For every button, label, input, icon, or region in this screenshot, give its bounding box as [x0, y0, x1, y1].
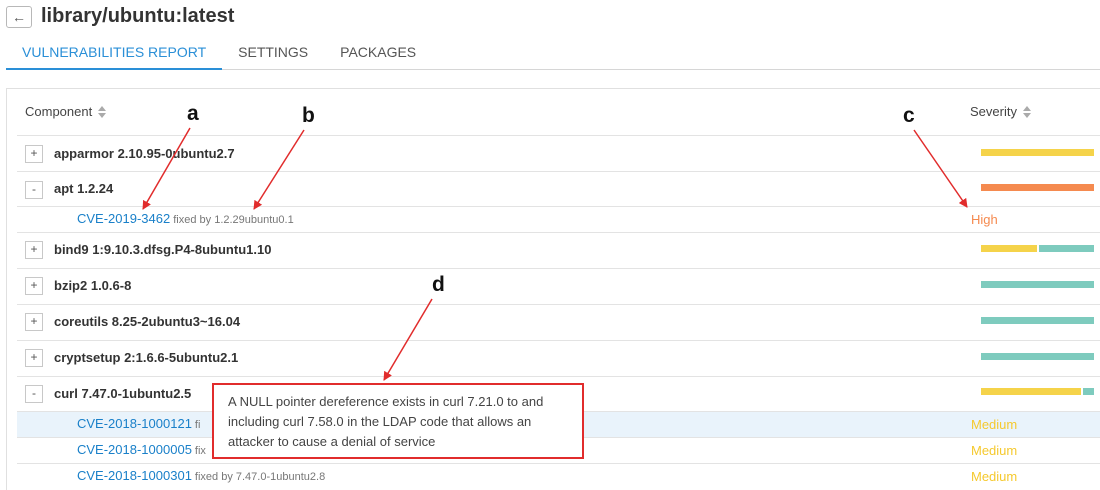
cve-link[interactable]: CVE-2018-1000301 fixed by 7.47.0-1ubuntu2…: [77, 468, 325, 483]
tab-packages[interactable]: PACKAGES: [324, 42, 432, 70]
severity-bar-segment: [981, 317, 1094, 324]
component-name: cryptsetup 2:1.6.6-5ubuntu2.1: [54, 350, 239, 365]
annotation-label-b: b: [302, 104, 315, 127]
arrow-left-icon[interactable]: ←: [6, 5, 32, 28]
severity-label: High: [971, 212, 998, 227]
annotation-label-d: d: [432, 273, 445, 296]
cve-description-tooltip: A NULL pointer dereference exists in cur…: [212, 383, 584, 459]
expand-toggle[interactable]: +: [25, 313, 43, 331]
table-row[interactable]: + bzip2 1.0.6-8: [17, 268, 1100, 304]
severity-bar-segment: [981, 353, 1094, 360]
severity-bar: [981, 353, 1094, 360]
collapse-toggle[interactable]: -: [25, 385, 43, 403]
severity-bar: [981, 388, 1094, 395]
page-header: ← library/ubuntu:latest: [6, 5, 234, 28]
severity-bar-segment: [981, 388, 1081, 395]
component-header-label: Component: [25, 104, 93, 119]
table-row[interactable]: + coreutils 8.25-2ubuntu3~16.04: [17, 304, 1100, 340]
component-name: curl 7.47.0-1ubuntu2.5: [54, 386, 192, 401]
table-row[interactable]: + cryptsetup 2:1.6.6-5ubuntu2.1: [17, 340, 1100, 376]
page-title: library/ubuntu:latest: [41, 5, 235, 27]
severity-header-label: Severity: [970, 104, 1017, 119]
severity-bar-segment: [981, 245, 1037, 252]
severity-label: Medium: [971, 443, 1018, 458]
annotation-label-c: c: [903, 104, 915, 127]
expand-toggle[interactable]: +: [25, 241, 43, 259]
tab-bar: VULNERABILITIES REPORT SETTINGS PACKAGES: [6, 42, 1100, 70]
cve-id[interactable]: CVE-2018-1000121: [77, 416, 192, 431]
fixed-version: fix: [194, 445, 206, 457]
component-column-header[interactable]: Component: [25, 104, 107, 119]
fixed-version: fi: [194, 419, 201, 431]
cve-link[interactable]: CVE-2018-1000005 fix: [77, 442, 206, 457]
component-name: bind9 1:9.10.3.dfsg.P4-8ubuntu1.10: [54, 242, 272, 257]
fixed-version: fixed by 7.47.0-1ubuntu2.8: [194, 471, 326, 483]
component-name: coreutils 8.25-2ubuntu3~16.04: [54, 314, 241, 329]
cve-row[interactable]: CVE-2018-1000301 fixed by 7.47.0-1ubuntu2…: [17, 463, 1100, 490]
annotation-label-a: a: [187, 102, 199, 125]
collapse-toggle[interactable]: -: [25, 181, 43, 199]
severity-bar-segment: [981, 184, 1094, 191]
cve-link[interactable]: CVE-2018-1000121 fi: [77, 416, 200, 431]
severity-label: Medium: [971, 469, 1018, 484]
table-row[interactable]: + apparmor 2.10.95-0ubuntu2.7: [17, 135, 1100, 171]
cve-id[interactable]: CVE-2019-3462: [77, 211, 170, 226]
severity-label: Medium: [971, 417, 1018, 432]
expand-toggle[interactable]: +: [25, 277, 43, 295]
tooltip-line: A NULL pointer dereference exists in cur…: [228, 394, 544, 409]
tooltip-line: attacker to cause a denial of service: [228, 434, 436, 449]
expand-toggle[interactable]: +: [25, 145, 43, 163]
severity-bar-segment: [981, 149, 1094, 156]
severity-bar: [981, 149, 1094, 156]
fixed-version: fixed by 1.2.29ubuntu0.1: [173, 214, 294, 226]
cve-id[interactable]: CVE-2018-1000005: [77, 442, 192, 457]
component-name: bzip2 1.0.6-8: [54, 278, 132, 293]
cve-id[interactable]: CVE-2018-1000301: [77, 468, 192, 483]
table-row[interactable]: - apt 1.2.24: [17, 171, 1100, 206]
severity-bar: [981, 184, 1094, 191]
expand-toggle[interactable]: +: [25, 349, 43, 367]
severity-bar-segment: [1038, 245, 1094, 252]
severity-bar: [981, 245, 1094, 252]
tooltip-line: including curl 7.58.0 in the LDAP code t…: [228, 414, 532, 429]
severity-column-header[interactable]: Severity: [970, 104, 1031, 119]
severity-bar-segment: [1082, 388, 1094, 395]
sort-icon[interactable]: [1022, 105, 1031, 118]
severity-bar-segment: [981, 281, 1094, 288]
sort-icon[interactable]: [98, 105, 107, 118]
tab-vulnerabilities-report[interactable]: VULNERABILITIES REPORT: [6, 42, 223, 70]
component-name: apt 1.2.24: [54, 181, 114, 196]
severity-bar: [981, 317, 1094, 324]
severity-bar: [981, 281, 1094, 288]
cve-link[interactable]: CVE-2019-3462 fixed by 1.2.29ubuntu0.1: [77, 211, 294, 226]
tab-settings[interactable]: SETTINGS: [222, 42, 324, 70]
component-name: apparmor 2.10.95-0ubuntu2.7: [54, 146, 235, 161]
cve-row[interactable]: CVE-2019-3462 fixed by 1.2.29ubuntu0.1 Hi…: [17, 206, 1100, 232]
table-row[interactable]: + bind9 1:9.10.3.dfsg.P4-8ubuntu1.10: [17, 232, 1100, 268]
